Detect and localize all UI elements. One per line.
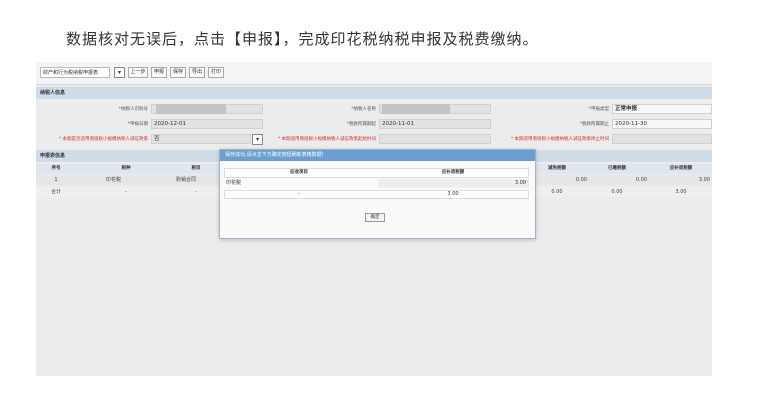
col-tax-item: 税目 <box>191 166 201 171</box>
instruction-caption: 数据核对无误后，点击【申报】，完成印花税纳税申报及税费缴纳。 <box>66 30 539 48</box>
declare-button[interactable]: 申报 <box>151 67 167 78</box>
small-taxpayer-policy-label: * 本期是否适用增值税小规模纳税人减征政策 <box>58 137 148 142</box>
row-payable: 3.00 <box>698 177 710 183</box>
total-tax-type: - <box>125 189 127 195</box>
total-payable: 3.00 <box>675 189 687 195</box>
row-paid: 0.00 <box>635 177 647 183</box>
dialog-col-project: 征收项目 <box>290 170 308 175</box>
export-button[interactable]: 导出 <box>189 67 205 78</box>
total-label: 合计 <box>50 189 61 195</box>
period-end-field: 2020-11-30 <box>612 119 712 129</box>
policy-start-label: * 本期适用增值税小规模纳税人减征政策起始时间 <box>277 137 376 142</box>
period-start-label: *税款所属期起 <box>346 122 376 127</box>
redacted-block <box>382 104 450 114</box>
row-tax-type: 印花税 <box>106 177 122 183</box>
small-taxpayer-policy-select[interactable]: 否 <box>151 134 251 144</box>
row-index: 1 <box>54 177 58 183</box>
declaration-date-field: 2020-12-01 <box>151 119 263 129</box>
policy-end-field[interactable] <box>612 134 712 144</box>
total-paid: 0.00 <box>611 189 623 195</box>
confirm-button[interactable]: 确定 <box>365 213 385 222</box>
redacted-block <box>156 104 226 114</box>
save-success-dialog: 保存成功,请点击下方确定按钮刷新表格数据! 征收项目 应补退税额 印花税 3.0… <box>219 149 536 239</box>
col-paid: 已缴税额 <box>608 166 626 171</box>
taxpayer-id-field <box>151 104 263 114</box>
taxpayer-name-field <box>379 104 491 114</box>
declaration-type-label: *申报类型 <box>588 107 609 112</box>
save-button[interactable]: 保存 <box>170 67 186 78</box>
policy-start-field[interactable] <box>379 134 491 144</box>
row-reduction: 0.00 <box>575 177 587 183</box>
period-start-field: 2020-11-01 <box>379 119 491 129</box>
taxpayer-name-label: *纳税人名称 <box>351 107 376 112</box>
declaration-date-label: *申报日期 <box>127 122 148 127</box>
taxpayer-id-label: *纳税人识别号 <box>118 107 148 112</box>
previous-step-button[interactable]: 上一步 <box>128 67 148 78</box>
col-tax-type: 税种 <box>121 166 131 171</box>
dialog-col-amount: 应补退税额 <box>441 170 465 175</box>
dialog-total-project: - <box>298 191 300 197</box>
dialog-title: 保存成功,请点击下方确定按钮刷新表格数据! <box>220 150 535 161</box>
policy-end-label: * 本期适用增值税小规模纳税人减征政策终止时间 <box>510 137 609 142</box>
dialog-total-amount: 3.00 <box>447 191 459 197</box>
tax-app-screenshot: 财产和行为税纳税申报表 ▾ 上一步 申报 保存 导出 打印 纳税人信息 *纳税人… <box>36 62 712 376</box>
dialog-row-amount: 3.00 <box>514 180 526 186</box>
chevron-down-icon[interactable]: ▾ <box>252 134 263 145</box>
col-reduction: 减免税额 <box>548 166 566 171</box>
print-button[interactable]: 打印 <box>208 67 224 78</box>
declaration-type-field: 正常申报 <box>612 104 712 114</box>
dialog-row-project: 印花税 <box>226 180 242 186</box>
chevron-down-icon[interactable]: ▾ <box>114 67 125 78</box>
form-type-select[interactable]: 财产和行为税纳税申报表 <box>40 67 110 78</box>
row-tax-item: 购销合同 <box>176 177 197 183</box>
toolbar: 财产和行为税纳税申报表 ▾ 上一步 申报 保存 导出 打印 <box>36 62 712 85</box>
total-reduction: 0.00 <box>551 189 563 195</box>
col-index: 序号 <box>51 166 61 171</box>
col-payable: 应补退税额 <box>669 166 693 171</box>
total-tax-item: - <box>195 189 197 195</box>
taxpayer-section-header: 纳税人信息 <box>36 87 712 99</box>
period-end-label: *税款所属期止 <box>579 122 609 127</box>
